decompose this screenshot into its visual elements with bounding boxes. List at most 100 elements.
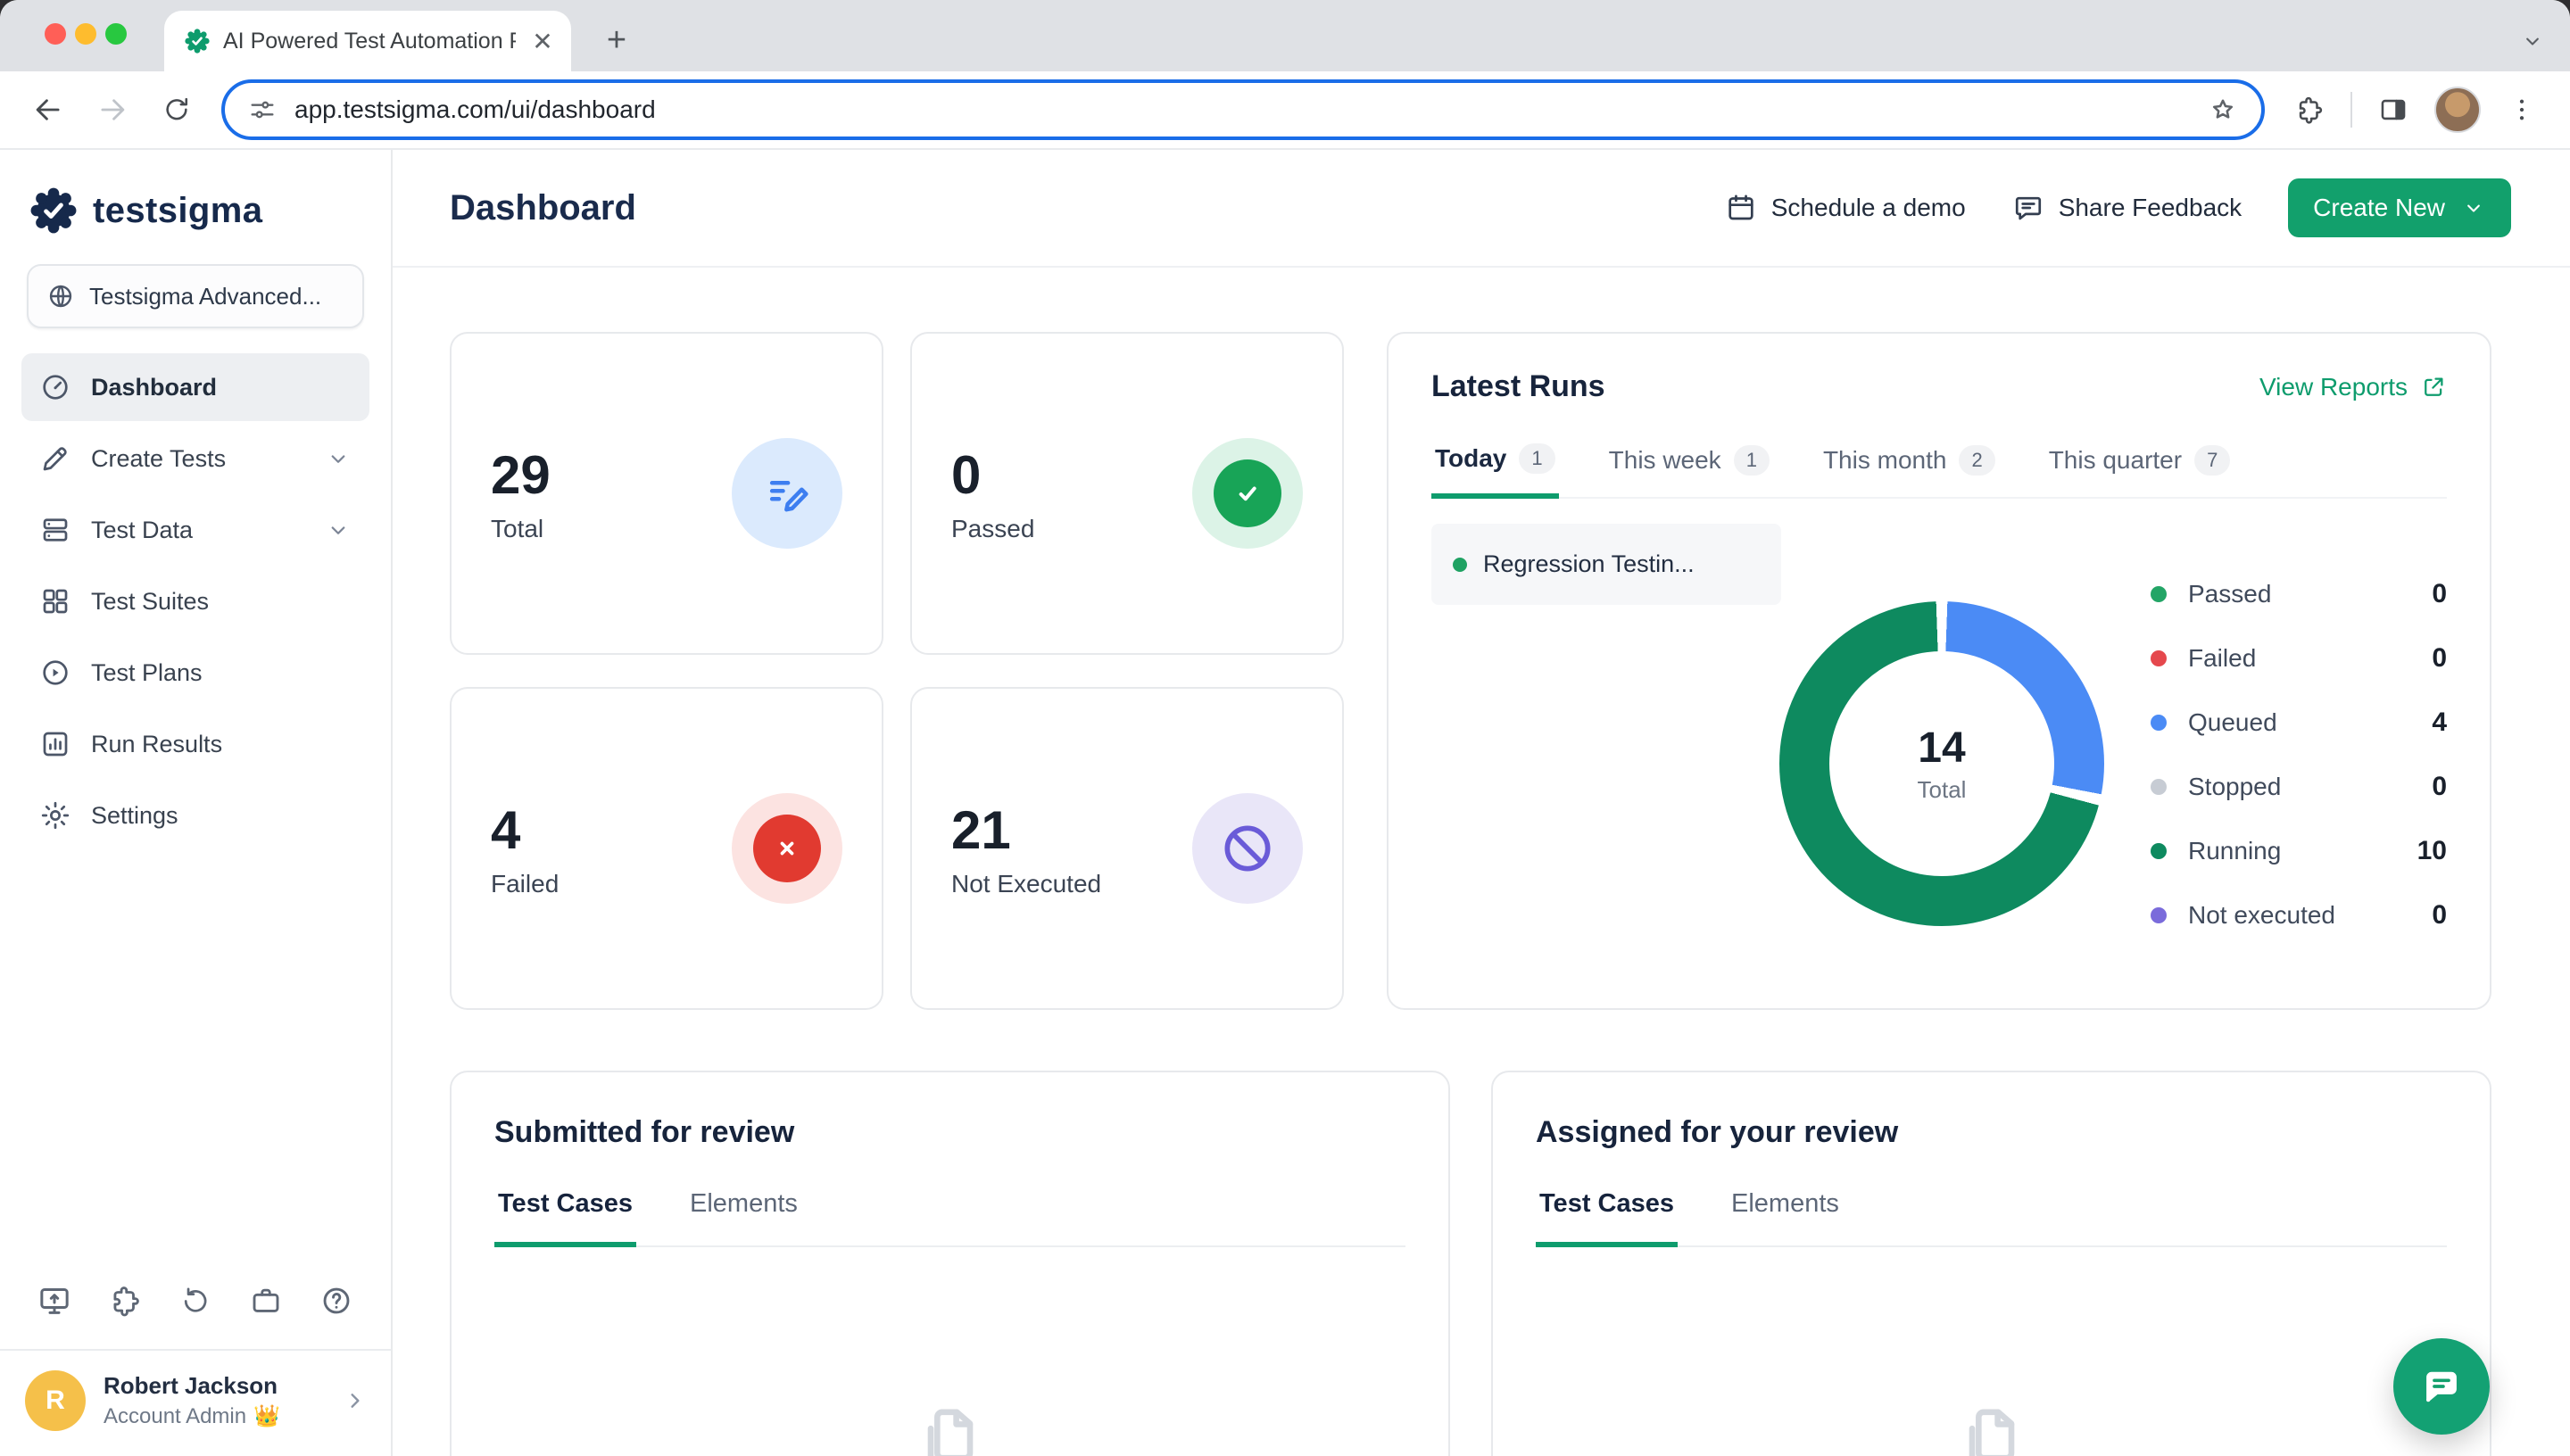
- legend-dot: [2151, 586, 2167, 602]
- database-icon: [39, 514, 71, 546]
- sidebar-item-create-tests[interactable]: Create Tests: [21, 425, 369, 492]
- legend-dot: [2151, 907, 2167, 923]
- browser-toolbar: app.testsigma.com/ui/dashboard: [0, 71, 2570, 150]
- bookmark-star-icon[interactable]: [2208, 95, 2238, 125]
- sidebar-item-dashboard[interactable]: Dashboard: [21, 353, 369, 421]
- tab-label: This month: [1823, 446, 1947, 475]
- page-header: Dashboard Schedule a demo Share Feedback…: [393, 150, 2570, 268]
- browser-tab[interactable]: AI Powered Test Automation P... ✕: [164, 11, 571, 71]
- sidebar-item-settings[interactable]: Settings: [21, 782, 369, 849]
- side-panel-icon[interactable]: [2363, 79, 2424, 140]
- play-circle-icon: [39, 657, 71, 689]
- sync-button[interactable]: [175, 1279, 215, 1322]
- user-name: Robert Jackson: [104, 1372, 323, 1400]
- crown-icon: 👑: [253, 1403, 280, 1429]
- stat-card-passed: 0 Passed: [910, 332, 1344, 655]
- legend-row: Passed 0: [2151, 562, 2447, 626]
- tab-close-icon[interactable]: ✕: [528, 27, 557, 56]
- tab-test-cases[interactable]: Test Cases: [1536, 1189, 1678, 1247]
- sidebar-item-test-suites[interactable]: Test Suites: [21, 567, 369, 635]
- latest-runs-tabs: Today 1 This week 1 This month 2: [1431, 433, 2447, 499]
- stat-label: Not Executed: [951, 870, 1101, 898]
- tab-strip: AI Powered Test Automation P... ✕ +: [0, 0, 2570, 71]
- chevron-right-icon: [341, 1386, 369, 1415]
- create-new-label: Create New: [2313, 194, 2445, 222]
- view-reports-link[interactable]: View Reports: [2259, 373, 2447, 401]
- help-button[interactable]: [317, 1279, 357, 1322]
- legend-dot: [2151, 843, 2167, 859]
- tab-this-week[interactable]: This week 1: [1605, 433, 1773, 497]
- tab-search-chevron-icon[interactable]: [2520, 29, 2545, 54]
- tab-elements[interactable]: Elements: [1728, 1189, 1843, 1245]
- runs-donut-chart: 14 Total: [1779, 601, 2104, 926]
- url-text: app.testsigma.com/ui/dashboard: [294, 95, 2190, 124]
- site-info-icon[interactable]: [248, 95, 277, 124]
- legend-label: Failed: [2188, 644, 2432, 673]
- stat-card-not-executed: 21 Not Executed: [910, 687, 1344, 1010]
- workspace-button[interactable]: [246, 1279, 286, 1322]
- tab-this-quarter[interactable]: This quarter 7: [2045, 433, 2234, 497]
- tab-count-badge: 7: [2194, 445, 2230, 476]
- tab-this-month[interactable]: This month 2: [1820, 433, 1999, 497]
- sidebar-item-run-results[interactable]: Run Results: [21, 710, 369, 778]
- feedback-icon: [2012, 192, 2044, 224]
- testsigma-logo-icon: [29, 186, 79, 236]
- tab-today[interactable]: Today 1: [1431, 433, 1559, 499]
- traffic-light-zoom[interactable]: [105, 23, 127, 45]
- sidebar-nav: Dashboard Create Tests Test Data Test Su…: [0, 343, 391, 849]
- tab-title: AI Powered Test Automation P...: [223, 29, 516, 54]
- bar-chart-icon: [39, 728, 71, 760]
- profile-avatar[interactable]: [2434, 87, 2481, 133]
- tab-count-badge: 2: [1959, 445, 1994, 476]
- stat-card-failed: 4 Failed: [450, 687, 883, 1010]
- forward-button[interactable]: [82, 79, 143, 140]
- tab-label: This quarter: [2049, 446, 2182, 475]
- schedule-demo-button[interactable]: Schedule a demo: [1725, 192, 1966, 224]
- new-tab-button[interactable]: +: [593, 16, 641, 64]
- user-profile[interactable]: R Robert Jackson Account Admin 👑: [0, 1349, 391, 1456]
- share-feedback-button[interactable]: Share Feedback: [2012, 192, 2242, 224]
- legend-label: Not executed: [2188, 901, 2432, 930]
- chat-fab-button[interactable]: [2393, 1338, 2490, 1435]
- create-new-button[interactable]: Create New: [2288, 178, 2511, 237]
- monitor-icon: [37, 1283, 72, 1319]
- traffic-light-close[interactable]: [45, 23, 66, 45]
- sidebar-item-label: Test Data: [91, 517, 193, 544]
- help-icon: [319, 1284, 353, 1318]
- legend-row: Failed 0: [2151, 626, 2447, 691]
- back-button[interactable]: [18, 79, 79, 140]
- latest-runs-panel: Latest Runs View Reports Today 1: [1387, 332, 2491, 1010]
- tab-label: Today: [1435, 444, 1506, 473]
- panel-title: Assigned for your review: [1536, 1115, 2447, 1150]
- empty-state: [1536, 1401, 2447, 1456]
- legend-label: Running: [2188, 837, 2417, 865]
- traffic-light-minimize[interactable]: [75, 23, 96, 45]
- legend-value: 10: [2417, 836, 2447, 866]
- sidebar-item-test-plans[interactable]: Test Plans: [21, 639, 369, 707]
- sidebar-item-label: Test Plans: [91, 659, 203, 687]
- legend-value: 0: [2432, 900, 2447, 931]
- stat-card-total: 29 Total: [450, 332, 883, 655]
- stats-grid: 29 Total 0 Passed: [450, 332, 1344, 1010]
- screen-share-button[interactable]: [34, 1279, 74, 1322]
- sidebar-item-test-data[interactable]: Test Data: [21, 496, 369, 564]
- user-role: Account Admin 👑: [104, 1403, 323, 1429]
- globe-icon: [46, 282, 75, 310]
- briefcase-icon: [249, 1284, 283, 1318]
- tab-elements[interactable]: Elements: [686, 1189, 801, 1245]
- tab-test-cases[interactable]: Test Cases: [494, 1189, 636, 1247]
- run-list-item[interactable]: Regression Testin...: [1431, 524, 1781, 605]
- extensions-icon[interactable]: [2279, 79, 2340, 140]
- panel-tabs: Test Cases Elements: [494, 1189, 1405, 1247]
- url-bar[interactable]: app.testsigma.com/ui/dashboard: [221, 79, 2265, 140]
- addons-button[interactable]: [104, 1279, 145, 1322]
- documents-icon: [1952, 1401, 2031, 1456]
- latest-runs-title: Latest Runs: [1431, 369, 1605, 404]
- menu-dots-icon[interactable]: [2491, 79, 2552, 140]
- legend-dot: [2151, 650, 2167, 666]
- reload-button[interactable]: [146, 79, 207, 140]
- user-role-label: Account Admin: [104, 1404, 246, 1429]
- project-selector[interactable]: Testsigma Advanced...: [27, 264, 364, 328]
- main-area: Dashboard Schedule a demo Share Feedback…: [393, 150, 2570, 1456]
- legend-value: 4: [2432, 707, 2447, 738]
